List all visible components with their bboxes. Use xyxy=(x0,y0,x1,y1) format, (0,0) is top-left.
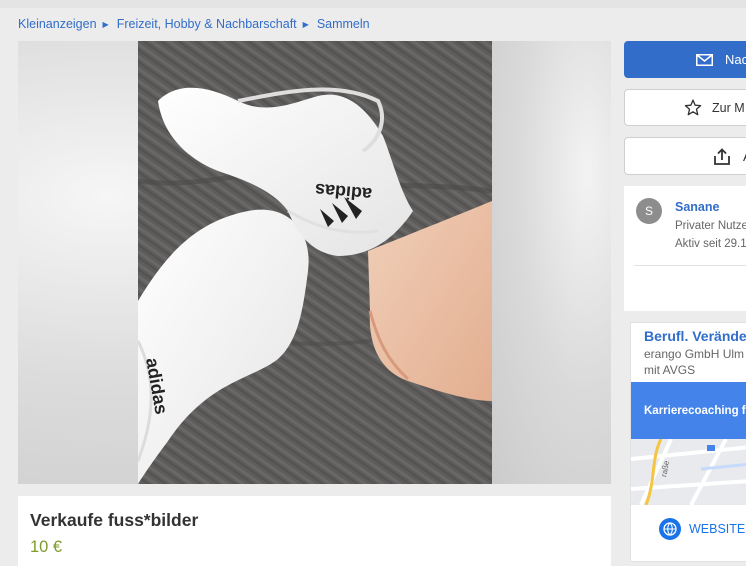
breadcrumb-link-subcategory[interactable]: Sammeln xyxy=(317,17,370,31)
seller-name-link[interactable]: Sanane xyxy=(675,200,719,214)
listing-price: 10 € xyxy=(30,538,63,556)
watchlist-label: Zur M xyxy=(712,100,745,115)
envelope-icon xyxy=(696,53,713,66)
top-strip xyxy=(0,0,746,8)
star-icon xyxy=(684,99,702,116)
avatar: S xyxy=(636,198,662,224)
listing-title: Verkaufe fuss*bilder xyxy=(30,510,199,530)
ad-card[interactable]: Berufl. Verände erango GmbH Ulm mit AVGS… xyxy=(630,322,746,562)
ad-title[interactable]: Berufl. Verände xyxy=(644,328,746,344)
gallery-blur-background-right xyxy=(491,41,611,484)
divider xyxy=(634,265,746,266)
listing-photo[interactable]: adidas adidas xyxy=(138,41,492,484)
globe-icon xyxy=(659,518,681,540)
ad-description: mit AVGS xyxy=(644,363,696,377)
share-icon xyxy=(713,147,731,165)
image-gallery[interactable]: adidas adidas xyxy=(18,41,611,484)
seller-active-since: Aktiv seit 29.1 xyxy=(675,238,746,250)
ad-map[interactable]: raße xyxy=(631,439,746,505)
seller-card: S Sanane Privater Nutze Aktiv seit 29.1 xyxy=(624,186,746,311)
ad-company: erango GmbH Ulm xyxy=(644,347,745,361)
seller-type: Privater Nutze xyxy=(675,220,746,232)
send-message-label: Nac xyxy=(725,52,746,67)
breadcrumb-arrow-icon: ▶ xyxy=(302,19,309,29)
ad-website-link[interactable]: WEBSITE xyxy=(631,507,746,551)
share-button[interactable]: A xyxy=(624,137,746,175)
breadcrumb: Kleinanzeigen ▶ Freizeit, Hobby & Nachba… xyxy=(18,16,370,32)
ad-website-label: WEBSITE xyxy=(689,522,746,536)
watchlist-button[interactable]: Zur M xyxy=(624,89,746,126)
breadcrumb-arrow-icon: ▶ xyxy=(102,19,109,29)
breadcrumb-link-home[interactable]: Kleinanzeigen xyxy=(18,17,97,31)
listing-title-card: Verkaufe fuss*bilder 10 € xyxy=(18,496,611,566)
ad-banner[interactable]: Karrierecoaching f xyxy=(631,382,746,439)
breadcrumb-link-category[interactable]: Freizeit, Hobby & Nachbarschaft xyxy=(117,17,297,31)
send-message-button[interactable]: Nac xyxy=(624,41,746,78)
